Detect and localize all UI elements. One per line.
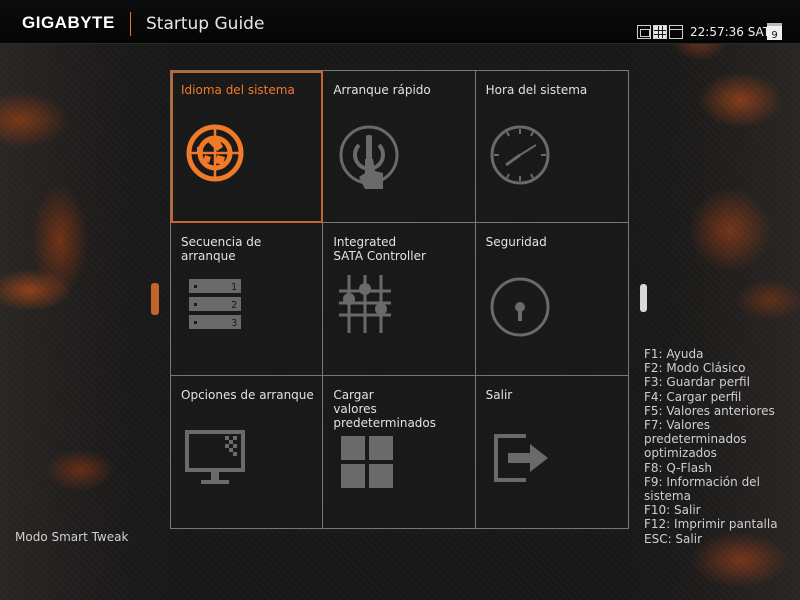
tile-label: Integrated SATA Controller xyxy=(333,235,426,264)
tile-boot-sequence[interactable]: Secuencia de arranque 1 2 3 xyxy=(171,223,324,376)
tiles-icon xyxy=(341,435,394,488)
calendar-icon[interactable]: 9 xyxy=(767,23,782,41)
tile-label: Opciones de arranque xyxy=(181,387,314,402)
power-touch-icon xyxy=(339,125,399,189)
boot-order-number: 2 xyxy=(231,300,237,311)
lock-icon xyxy=(490,277,550,337)
brand-logo: GIGABYTE xyxy=(22,13,115,32)
sliders-icon xyxy=(339,275,392,334)
tile-system-time[interactable]: Hora del sistema xyxy=(475,71,628,224)
system-clock: 22:57:36 SAT xyxy=(690,25,771,39)
brand-separator xyxy=(130,12,131,36)
page-title: Startup Guide xyxy=(146,14,265,34)
tile-label: Secuencia de arranque xyxy=(181,235,262,264)
tile-sata-controller[interactable]: Integrated SATA Controller xyxy=(323,223,476,376)
tile-label: Arranque rápido xyxy=(333,83,431,97)
tile-fast-boot[interactable]: Arranque rápido xyxy=(323,71,476,224)
hotkey-f7[interactable]: F7: Valores predeterminados optimizados xyxy=(644,418,794,461)
single-view-icon[interactable] xyxy=(637,25,651,39)
tile-security[interactable]: Seguridad xyxy=(475,223,628,376)
tile-label: Hora del sistema xyxy=(485,83,588,97)
tile-boot-options[interactable]: Opciones de arranque xyxy=(171,375,324,528)
monitor-icon xyxy=(185,429,245,484)
hotkey-f8[interactable]: F8: Q-Flash xyxy=(644,461,794,475)
boot-order-number: 3 xyxy=(231,318,237,329)
view-switcher xyxy=(637,25,683,39)
tile-system-language[interactable]: Idioma del sistema xyxy=(171,71,324,224)
hotkey-f12[interactable]: F12: Imprimir pantalla xyxy=(644,517,794,531)
tile-load-defaults[interactable]: Cargar valores predeterminados xyxy=(323,375,476,528)
hotkey-esc[interactable]: ESC: Salir xyxy=(644,532,794,546)
hotkey-f9[interactable]: F9: Información del sistema xyxy=(644,475,794,503)
previous-page-arrow[interactable] xyxy=(151,283,159,315)
window-view-icon[interactable] xyxy=(669,25,683,39)
top-bar: GIGABYTE Startup Guide 22:57:36 SAT 9 xyxy=(0,0,800,44)
tile-label: Cargar valores predeterminados xyxy=(333,387,437,430)
exit-icon xyxy=(493,433,548,482)
next-page-arrow[interactable] xyxy=(640,284,647,312)
tile-label: Seguridad xyxy=(485,235,547,250)
tile-exit[interactable]: Salir xyxy=(476,376,628,528)
hotkey-f2[interactable]: F2: Modo Clásico xyxy=(644,361,794,375)
globe-icon xyxy=(186,124,244,182)
smart-tweak-mode-link[interactable]: Modo Smart Tweak xyxy=(15,530,128,544)
hotkey-f10[interactable]: F10: Salir xyxy=(644,503,794,517)
clock-icon xyxy=(490,125,550,185)
boot-order-icon: 1 2 3 xyxy=(189,279,241,330)
tile-label: Idioma del sistema xyxy=(181,83,295,97)
grid-view-icon[interactable] xyxy=(653,25,667,39)
hotkey-f5[interactable]: F5: Valores anteriores xyxy=(644,404,794,418)
hotkey-f1[interactable]: F1: Ayuda xyxy=(644,347,794,361)
boot-order-number: 1 xyxy=(231,282,237,293)
hotkey-f4[interactable]: F4: Cargar perfil xyxy=(644,390,794,404)
hotkey-f3[interactable]: F3: Guardar perfil xyxy=(644,375,794,389)
hotkey-legend: F1: Ayuda F2: Modo Clásico F3: Guardar p… xyxy=(644,347,794,546)
startup-guide-grid: Idioma del sistema Arranque rápido Hora … xyxy=(170,70,629,529)
tile-label: Salir xyxy=(485,387,513,402)
